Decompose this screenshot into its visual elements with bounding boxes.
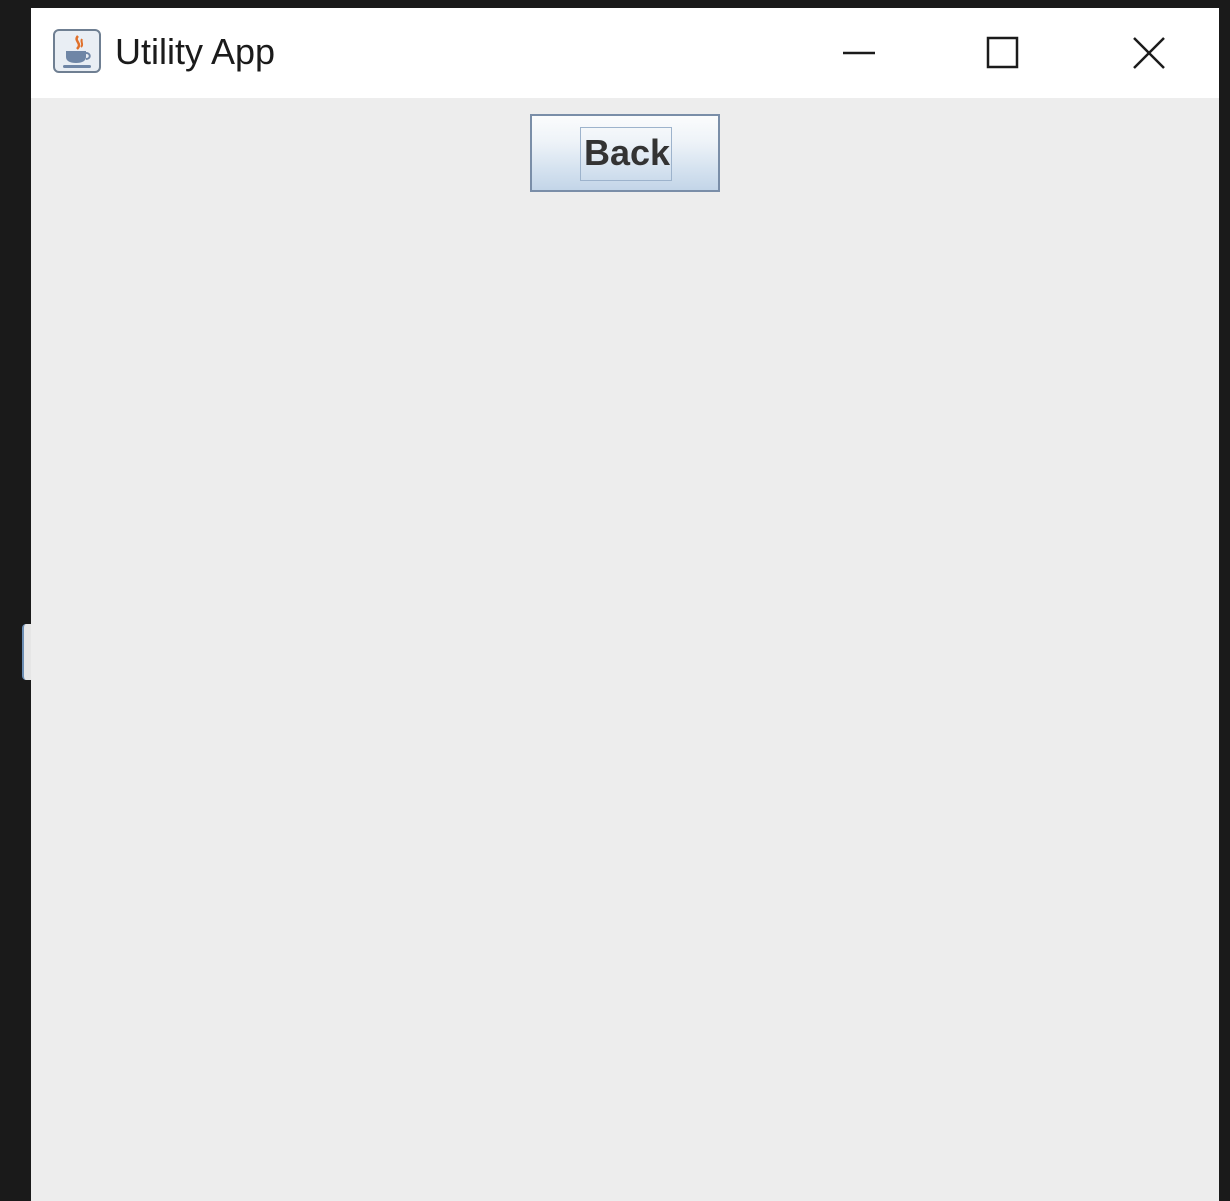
- minimize-button[interactable]: [789, 8, 929, 98]
- app-window: Utility App Back: [31, 8, 1219, 1201]
- title-bar[interactable]: Utility App: [31, 8, 1219, 98]
- close-icon: [1133, 37, 1165, 69]
- back-button-label: Back: [583, 132, 671, 173]
- window-title: Utility App: [115, 31, 276, 72]
- minimize-icon: [843, 51, 875, 55]
- desktop-background: Utility App Back: [0, 0, 1230, 1201]
- java-app-icon: [53, 29, 101, 73]
- maximize-icon: [986, 36, 1019, 69]
- close-button[interactable]: [1079, 8, 1219, 98]
- back-button[interactable]: Back: [530, 114, 720, 192]
- maximize-button[interactable]: [933, 8, 1073, 98]
- content-panel: Back: [31, 98, 1219, 1201]
